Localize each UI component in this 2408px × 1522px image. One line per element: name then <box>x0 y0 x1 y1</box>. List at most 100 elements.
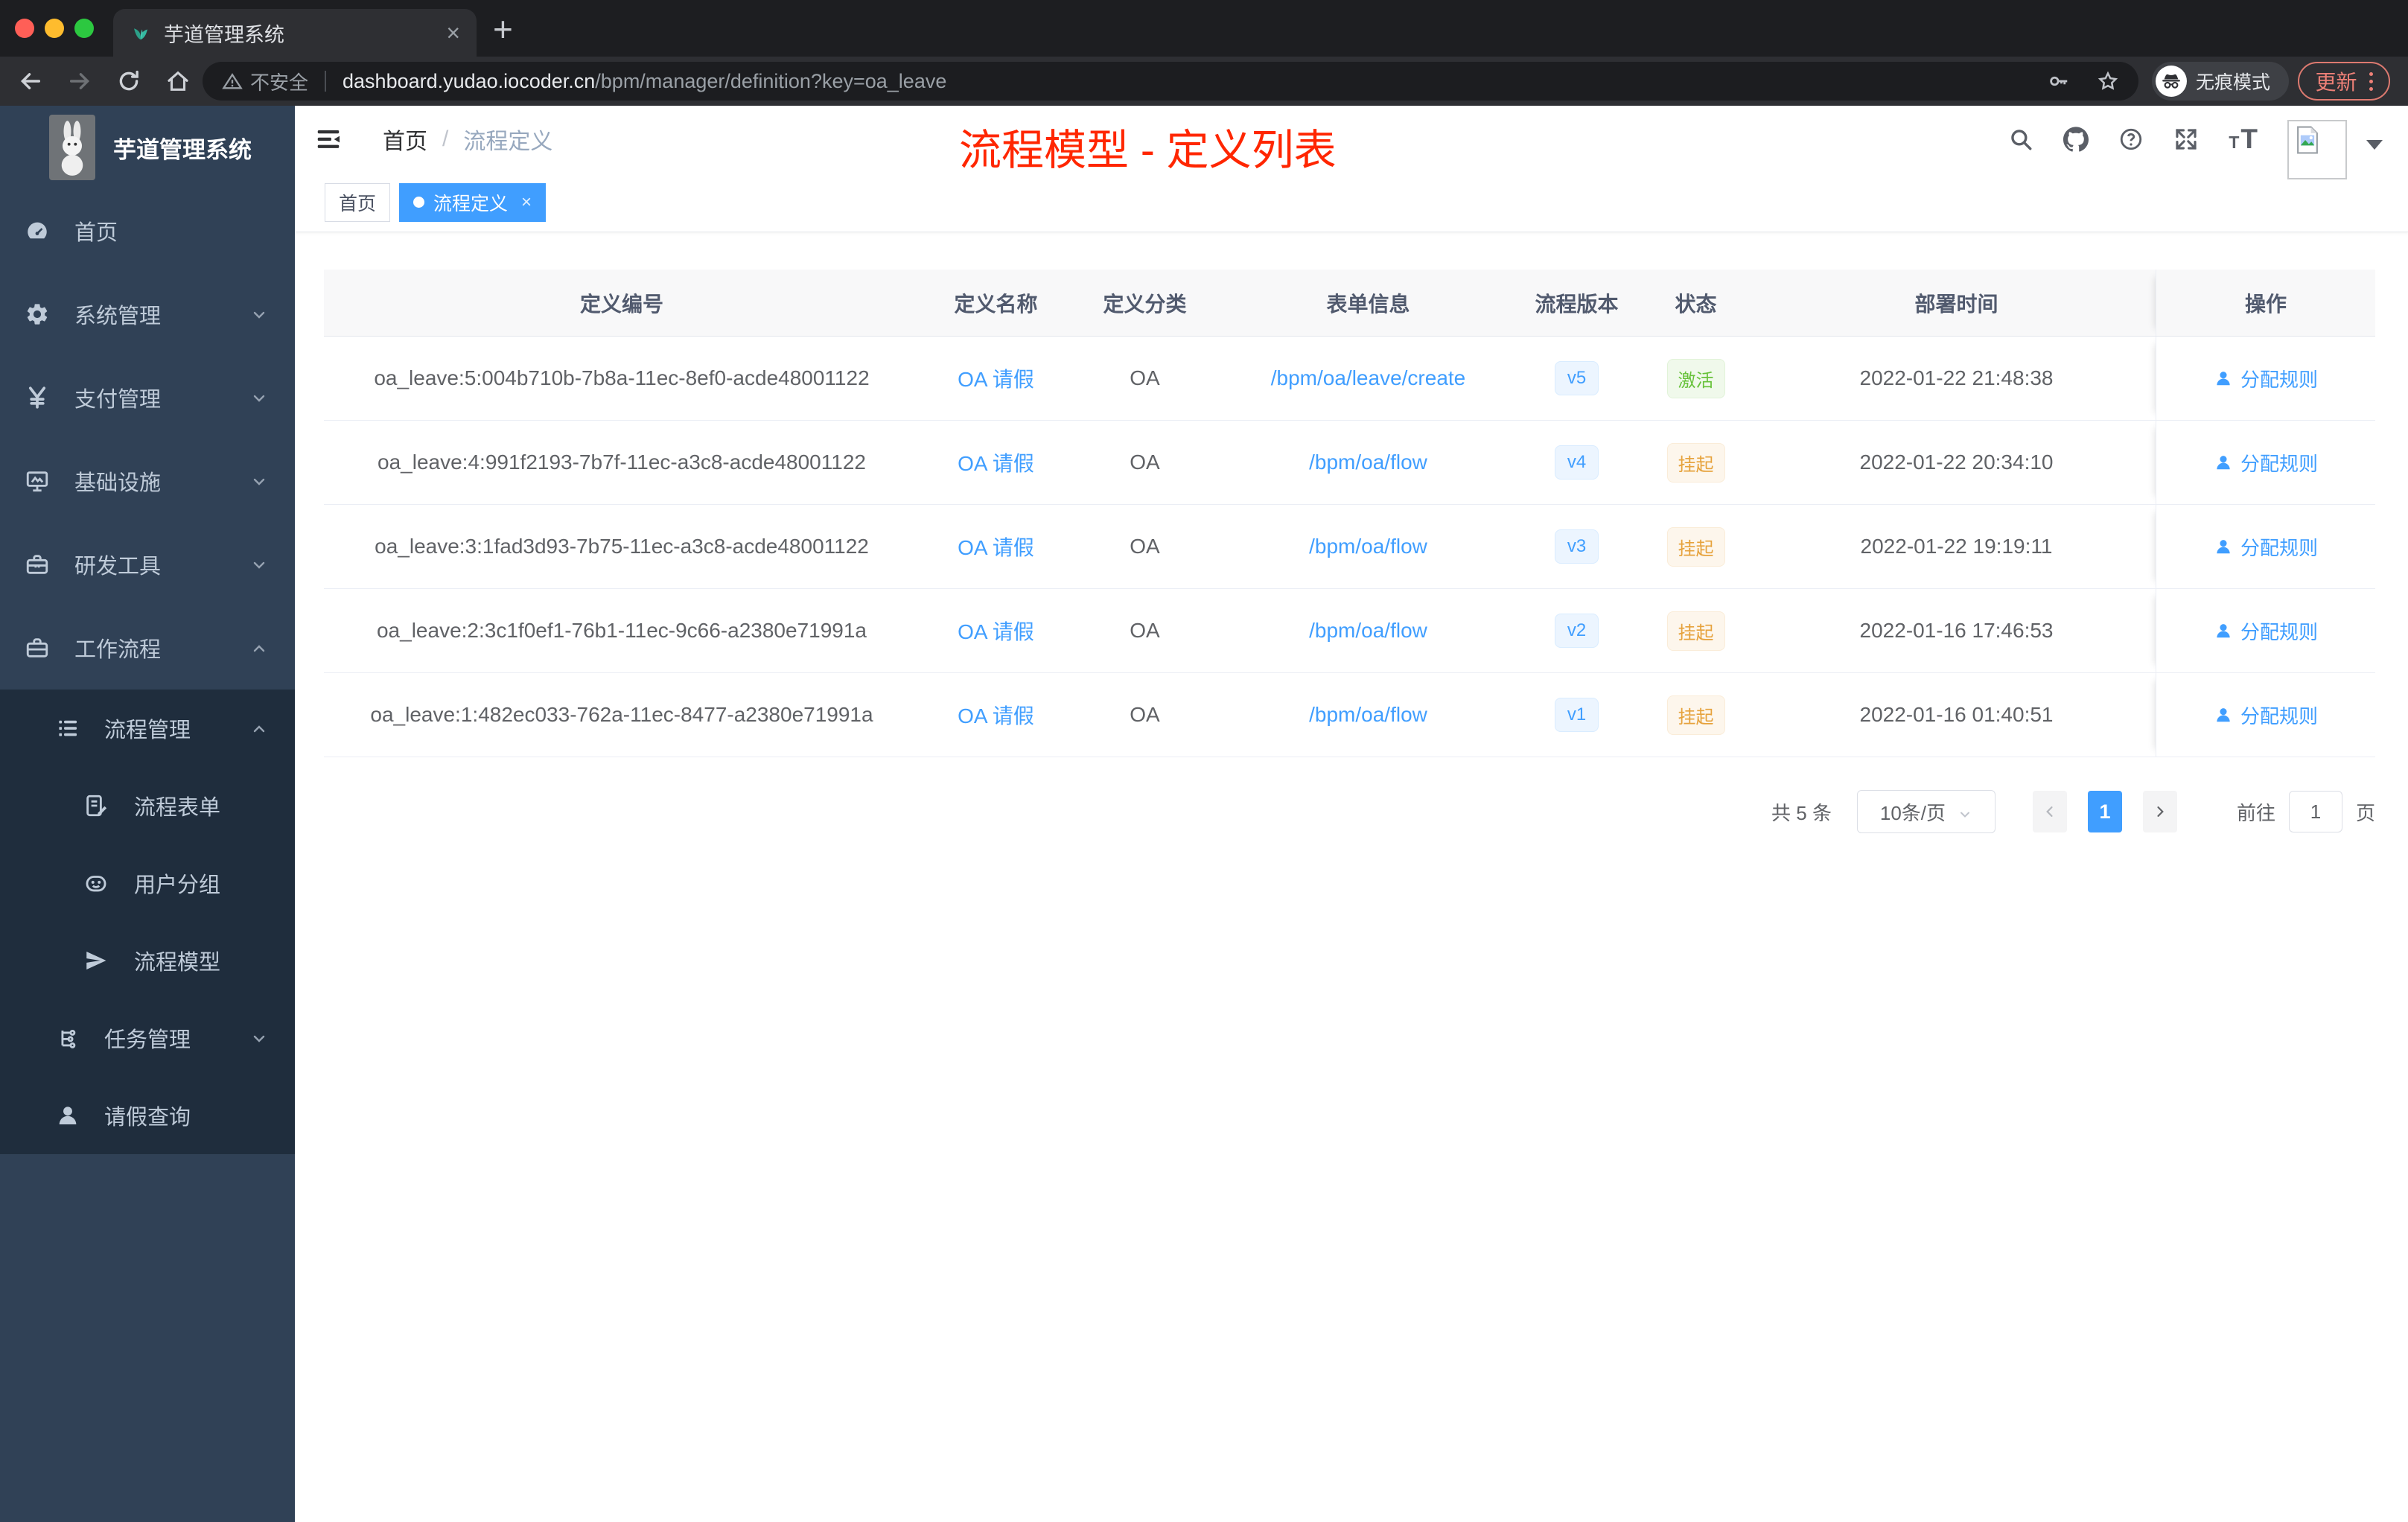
user-icon <box>2217 372 2230 386</box>
version-badge: v1 <box>1554 698 1599 732</box>
incognito-badge: 无痕模式 <box>2152 62 2289 101</box>
active-dot-icon <box>413 197 425 208</box>
definition-name-link[interactable]: OA 请假 <box>958 700 1034 730</box>
status-badge: 挂起 <box>1666 526 1725 567</box>
definition-name-link[interactable]: OA 请假 <box>958 448 1034 477</box>
tab-title: 芋道管理系统 <box>164 23 284 46</box>
tab-close-icon[interactable]: × <box>446 21 460 45</box>
bookmark-star-icon[interactable] <box>2097 70 2119 92</box>
avatar[interactable] <box>2287 120 2347 179</box>
sidebar-toggle-icon[interactable] <box>314 125 343 153</box>
chevron-down-icon <box>250 1029 268 1047</box>
page-number-button[interactable]: 1 <box>2087 791 2122 832</box>
browser-update-button[interactable]: 更新 <box>2298 62 2390 101</box>
close-window-button[interactable] <box>15 19 34 38</box>
tag-process-definition[interactable]: 流程定义 × <box>399 182 547 222</box>
user-icon <box>2217 540 2230 554</box>
font-size-icon[interactable]: TT <box>2229 124 2258 155</box>
prev-page-button[interactable] <box>2032 791 2067 832</box>
forward-icon[interactable] <box>67 69 92 94</box>
assign-rule-button[interactable]: 分配规则 <box>2214 449 2318 477</box>
new-tab-button[interactable]: + <box>493 9 513 49</box>
minimize-window-button[interactable] <box>45 19 64 38</box>
definition-name-link[interactable]: OA 请假 <box>958 616 1034 646</box>
robot-icon <box>83 870 109 896</box>
send-icon <box>83 948 109 973</box>
security-warning-icon[interactable] <box>222 71 243 92</box>
home-icon[interactable] <box>165 69 191 94</box>
sidebar-item-process-management[interactable]: 流程管理 <box>0 690 295 767</box>
tag-close-icon[interactable]: × <box>521 192 532 213</box>
address-bar[interactable]: 不安全 dashboard.yudao.iocoder.cn /bpm/mana… <box>203 62 2138 101</box>
assign-rule-button[interactable]: 分配规则 <box>2214 365 2318 392</box>
table-row: oa_leave:1:482ec033-762a-11ec-8477-a2380… <box>324 673 2375 757</box>
form-link[interactable]: /bpm/oa/flow <box>1309 619 1427 643</box>
sidebar-item-home[interactable]: 首页 <box>0 189 295 273</box>
assign-rule-button[interactable]: 分配规则 <box>2214 617 2318 645</box>
navbar: 首页 / 流程定义 流程模型 - 定义列表 T T <box>295 106 2408 179</box>
breadcrumb: 首页 / 流程定义 <box>383 106 552 173</box>
breadcrumb-home[interactable]: 首页 <box>383 123 427 156</box>
form-link[interactable]: /bpm/oa/flow <box>1309 535 1427 558</box>
user-icon <box>2217 624 2230 638</box>
sidebar-item-workflow[interactable]: 工作流程 <box>0 606 295 690</box>
sidebar-item-label: 首页 <box>74 221 118 245</box>
assign-rule-button[interactable]: 分配规则 <box>2214 533 2318 561</box>
sidebar-item-label: 系统管理 <box>74 305 162 328</box>
status-badge: 挂起 <box>1666 611 1725 651</box>
password-key-icon[interactable] <box>2048 70 2070 92</box>
search-icon[interactable] <box>2008 127 2033 152</box>
form-link[interactable]: /bpm/oa/flow <box>1309 450 1427 474</box>
main-area: 首页 / 流程定义 流程模型 - 定义列表 T T 首页 流程定义 × 定义编号… <box>295 106 2408 1522</box>
sidebar-item-task-management[interactable]: 任务管理 <box>0 999 295 1077</box>
sidebar-item-process-form[interactable]: 流程表单 <box>0 767 295 844</box>
form-link[interactable]: /bpm/oa/flow <box>1309 703 1427 727</box>
cell-deploy-time: 2022-01-22 21:48:38 <box>1859 366 2054 389</box>
monitor-icon <box>25 468 50 494</box>
assign-rule-button[interactable]: 分配规则 <box>2214 701 2318 729</box>
url-host: dashboard.yudao.iocoder.cn <box>343 69 596 92</box>
tag-label: 首页 <box>339 193 377 214</box>
page-size-select[interactable]: 10条/页 <box>1856 790 1995 833</box>
gear-icon <box>25 302 50 327</box>
sidebar-item-user-group[interactable]: 用户分组 <box>0 844 295 922</box>
sidebar-item-process-model[interactable]: 流程模型 <box>0 922 295 999</box>
definition-name-link[interactable]: OA 请假 <box>958 363 1034 393</box>
briefcase-icon <box>25 635 50 660</box>
cell-definition-id: oa_leave:4:991f2193-7b7f-11ec-a3c8-acde4… <box>378 450 866 474</box>
form-link[interactable]: /bpm/oa/leave/create <box>1271 366 1466 390</box>
browser-tab[interactable]: 芋道管理系统 × <box>113 9 477 57</box>
sidebar-item-label: 用户分组 <box>134 873 221 897</box>
back-icon[interactable] <box>18 69 43 94</box>
avatar-caret-down-icon[interactable] <box>2366 139 2383 150</box>
update-label[interactable]: 更新 <box>2315 66 2357 96</box>
logo-rabbit-image <box>49 115 95 180</box>
zoom-window-button[interactable] <box>74 19 94 38</box>
tag-home[interactable]: 首页 <box>325 182 391 222</box>
help-icon[interactable] <box>2118 127 2144 152</box>
sidebar-item-dev-tools[interactable]: 研发工具 <box>0 523 295 606</box>
user-icon <box>55 1103 80 1128</box>
cell-category: OA <box>1130 450 1160 474</box>
sidebar-item-infrastructure[interactable]: 基础设施 <box>0 439 295 523</box>
next-page-button[interactable] <box>2142 791 2177 832</box>
yen-icon <box>25 385 50 410</box>
sidebar-item-system[interactable]: 系统管理 <box>0 273 295 356</box>
navbar-actions: TT <box>2008 106 2383 179</box>
column-header-definition-name: 定义名称 <box>954 292 1038 316</box>
fullscreen-icon[interactable] <box>2173 127 2199 152</box>
breadcrumb-separator: / <box>442 127 449 151</box>
reload-icon[interactable] <box>116 69 141 94</box>
goto-page-input[interactable]: 1 <box>2288 791 2342 832</box>
github-icon[interactable] <box>2063 127 2089 152</box>
broken-image-icon <box>2297 126 2318 154</box>
security-label[interactable]: 不安全 <box>250 68 308 95</box>
sidebar-item-leave-query[interactable]: 请假查询 <box>0 1077 295 1154</box>
form-icon <box>83 793 109 818</box>
sidebar-item-payment[interactable]: 支付管理 <box>0 356 295 439</box>
pagination: 共 5 条 10条/页 1 前往 1 页 <box>324 790 2375 833</box>
app-logo[interactable]: 芋道管理系统 <box>0 106 295 189</box>
app-title: 芋道管理系统 <box>113 136 252 163</box>
definition-name-link[interactable]: OA 请假 <box>958 532 1034 561</box>
browser-menu-icon[interactable] <box>2369 71 2373 91</box>
